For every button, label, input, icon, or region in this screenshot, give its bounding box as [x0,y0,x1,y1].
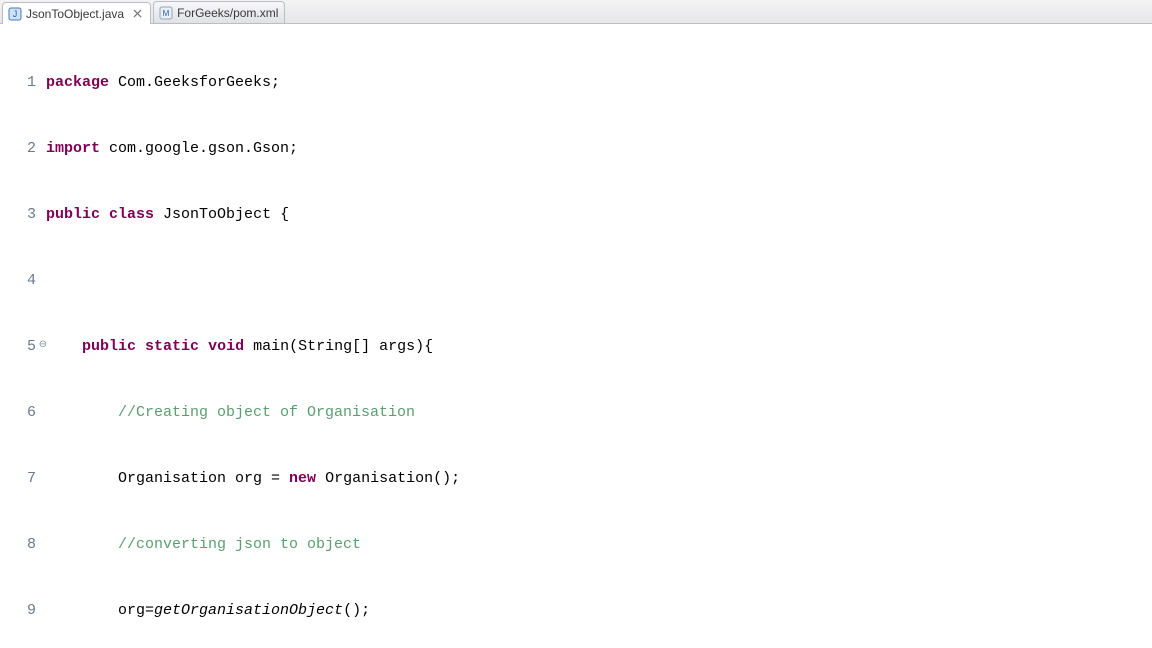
svg-text:M: M [163,9,170,18]
code-editor[interactable]: 1 2 3 4 5⊖ 6 7 8 9 10 11 12 13 14⊖ 15 16… [0,24,1152,648]
code-line: org=getOrganisationObject(); [46,600,1152,622]
code-line: import com.google.gson.Gson; [46,138,1152,160]
tab-label: ForGeeks/pom.xml [177,6,278,20]
line-number: 9 [0,600,40,622]
line-number: 6 [0,402,40,424]
svg-text:J: J [13,9,18,19]
line-number-gutter: 1 2 3 4 5⊖ 6 7 8 9 10 11 12 13 14⊖ 15 16… [0,24,40,648]
line-number: 8 [0,534,40,556]
tab-label: JsonToObject.java [26,7,124,21]
maven-file-icon: M [159,6,173,20]
code-line: public class JsonToObject { [46,204,1152,226]
close-icon[interactable] [130,7,144,21]
code-line: public static void main(String[] args){ [46,336,1152,358]
tab-pom-xml[interactable]: M ForGeeks/pom.xml [153,1,285,23]
tab-json-to-object[interactable]: J JsonToObject.java [2,2,151,24]
line-number: 1 [0,72,40,94]
code-line: //converting json to object [46,534,1152,556]
line-number: 7 [0,468,40,490]
code-line [46,270,1152,292]
code-area[interactable]: package Com.GeeksforGeeks; import com.go… [40,24,1152,648]
code-line: package Com.GeeksforGeeks; [46,72,1152,94]
line-number: 5⊖ [0,336,40,358]
line-number: 2 [0,138,40,160]
code-line: //Creating object of Organisation [46,402,1152,424]
java-file-icon: J [8,7,22,21]
editor-tabbar: J JsonToObject.java M ForGeeks/pom.xml [0,0,1152,24]
code-line: Organisation org = new Organisation(); [46,468,1152,490]
line-number: 3 [0,204,40,226]
line-number: 4 [0,270,40,292]
